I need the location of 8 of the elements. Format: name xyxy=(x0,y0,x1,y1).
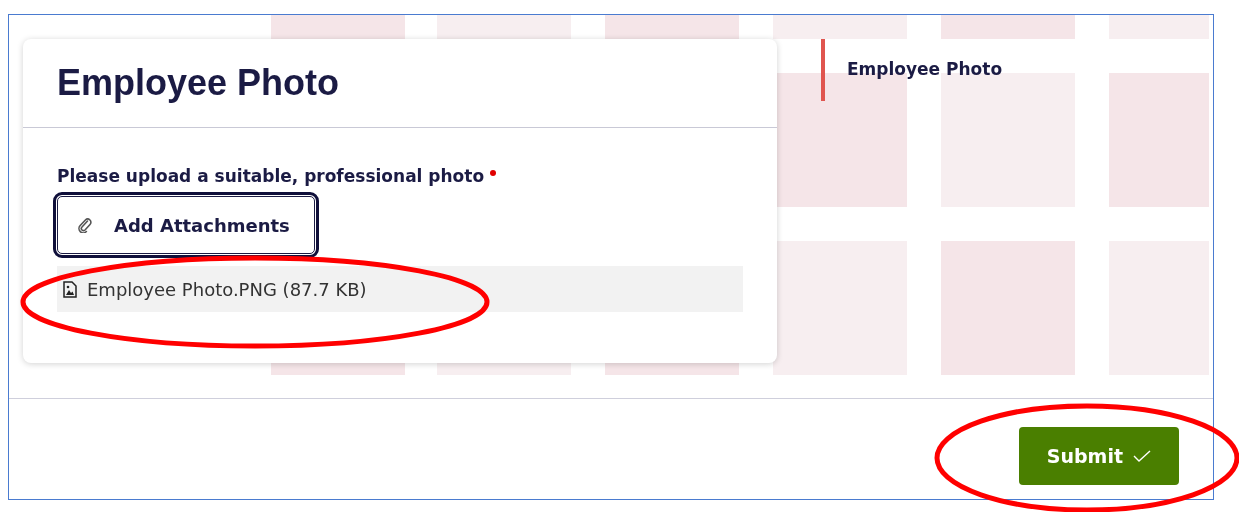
submit-button[interactable]: Submit xyxy=(1018,427,1179,485)
paperclip-icon xyxy=(78,217,92,233)
checkmark-icon xyxy=(1133,450,1151,462)
image-file-icon xyxy=(63,280,77,298)
card-title: Employee Photo xyxy=(57,62,340,104)
attached-file-row[interactable]: Employee Photo.PNG (87.7 KB) xyxy=(57,266,743,312)
field-label: Please upload a suitable, professional photo xyxy=(57,166,485,186)
nav-item[interactable]: Employee Photo xyxy=(821,39,1003,101)
